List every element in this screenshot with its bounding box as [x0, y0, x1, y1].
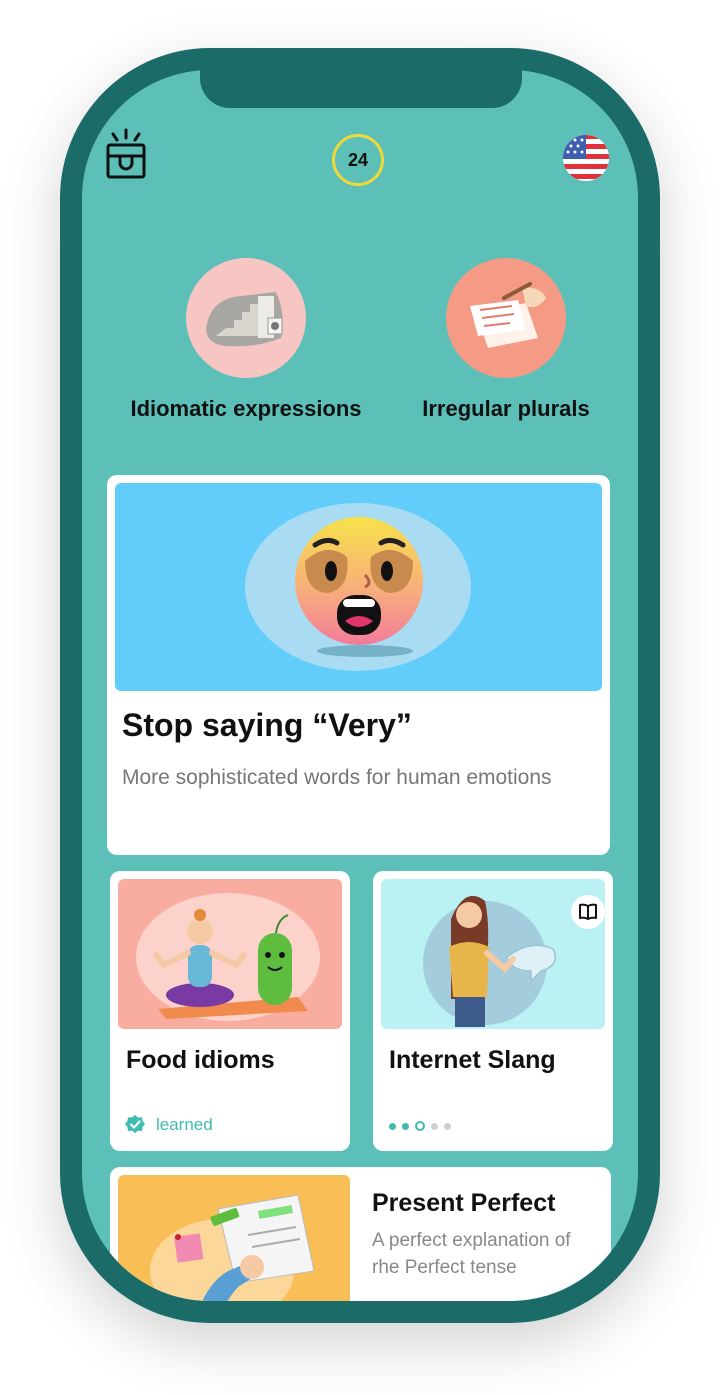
- progress-dot: [389, 1122, 396, 1130]
- us-flag-icon[interactable]: [562, 134, 610, 182]
- writing-hand-illustration: [118, 1175, 350, 1301]
- card-subtitle: A perfect explanation of rhe Perfect ten…: [372, 1230, 571, 1278]
- book-icon[interactable]: [571, 895, 605, 929]
- staircase-illustration: [186, 258, 306, 378]
- progress-dot: [444, 1122, 451, 1130]
- phone-frame: 24 Idiomatic expressions Irregular plura…: [60, 48, 660, 1323]
- present-perfect-card[interactable]: Present Perfect A perfect explanation of…: [110, 1167, 611, 1301]
- progress-dots: [389, 1121, 457, 1131]
- featured-card[interactable]: Stop saying “Very” More sophisticated wo…: [107, 475, 610, 855]
- topic-irregular-plurals[interactable]: Irregular plurals: [400, 258, 612, 422]
- card-title: Present Perfect: [372, 1189, 556, 1217]
- featured-title: Stop saying “Very”: [122, 707, 412, 743]
- shocked-emoji-illustration: [115, 483, 602, 691]
- topic-idiomatic-expressions[interactable]: Idiomatic expressions: [112, 258, 380, 422]
- streak-counter[interactable]: 24: [332, 134, 384, 186]
- yoga-cucumber-illustration: [118, 879, 342, 1029]
- card-title: Internet Slang: [389, 1046, 556, 1074]
- card-title: Food idioms: [126, 1046, 275, 1074]
- topic-label: Idiomatic expressions: [130, 396, 362, 421]
- papers-illustration: [446, 258, 566, 378]
- progress-dot: [402, 1122, 409, 1130]
- progress-dot-current: [415, 1121, 425, 1131]
- verified-check-icon: [125, 1115, 145, 1133]
- topic-label: Irregular plurals: [422, 396, 590, 421]
- featured-subtitle: More sophisticated words for human emoti…: [122, 766, 552, 789]
- learned-badge: learned: [124, 1114, 213, 1136]
- woman-speaking-illustration: [381, 879, 605, 1029]
- streak-count: 24: [347, 149, 369, 170]
- notch: [200, 70, 522, 108]
- food-idioms-card[interactable]: Food idioms learned: [110, 871, 350, 1151]
- learned-label: learned: [156, 1115, 213, 1134]
- internet-slang-card[interactable]: Internet Slang: [373, 871, 613, 1151]
- app-screen: 24 Idiomatic expressions Irregular plura…: [82, 70, 638, 1301]
- treasure-chest-icon[interactable]: [104, 128, 148, 180]
- progress-dot: [431, 1122, 438, 1130]
